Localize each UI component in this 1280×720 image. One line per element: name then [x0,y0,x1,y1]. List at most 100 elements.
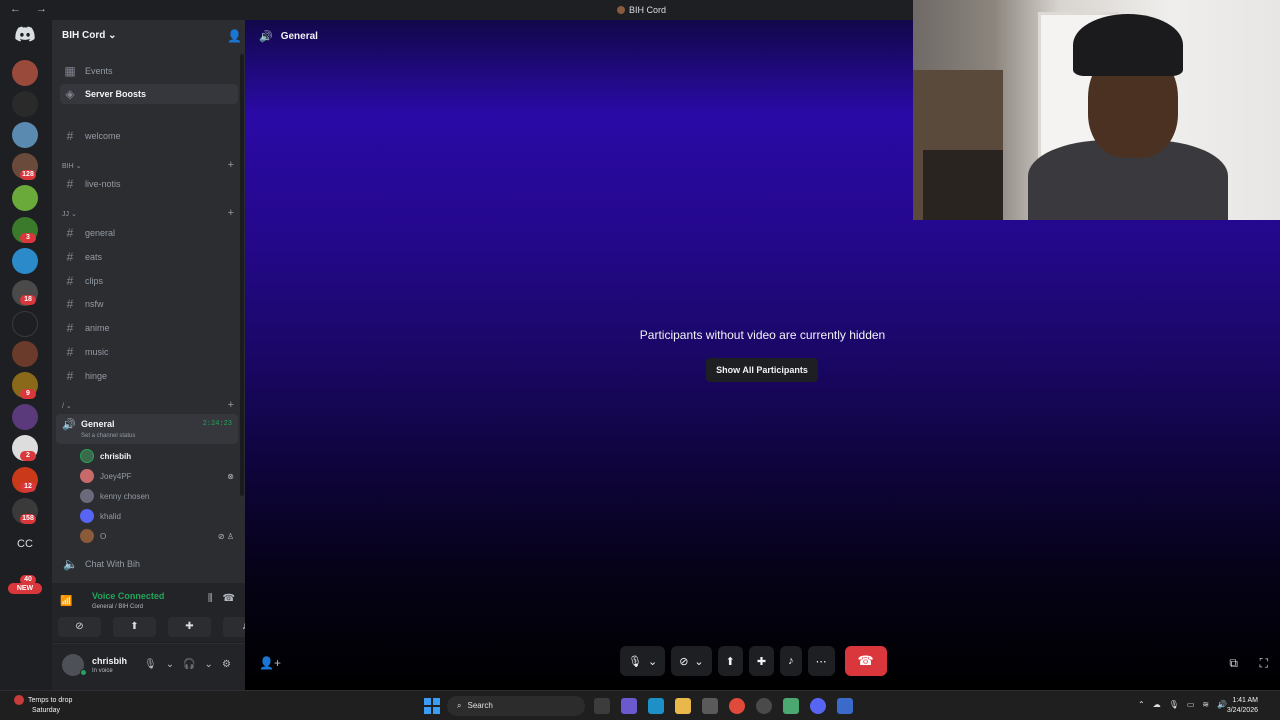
volume-icon[interactable]: 🔊 [1217,700,1227,709]
user-name[interactable]: chrisbih [92,656,127,666]
headphones-icon[interactable]: 🎧 [183,659,195,670]
chrome-icon[interactable] [729,698,745,714]
chevron-down-icon[interactable]: ⌄ [166,659,174,670]
channel-welcome[interactable]: # welcome [60,126,238,146]
chevron-up-icon[interactable]: ⌃ [1138,700,1145,709]
voice-channel-chat[interactable]: 🔈 Chat With Bih [60,554,238,574]
microphone-icon[interactable]: 🎙 [144,659,157,670]
channel-nsfw[interactable]: # nsfw [60,294,238,314]
mention-badge: 12 [20,482,36,492]
server-icon[interactable] [12,248,38,274]
voice-user[interactable]: O ⊘ ♙ [80,527,238,545]
voice-connected-subtitle[interactable]: General / BIH Cord [92,604,143,610]
scrollbar[interactable] [240,54,244,496]
disconnect-button[interactable]: ☎ [844,646,887,676]
microphone-icon: 🎙 [628,655,642,668]
noise-suppression-icon[interactable]: ⫼ [208,593,213,604]
channel-general[interactable]: # general [60,223,238,243]
cloud-icon[interactable]: ☁ [1153,700,1161,709]
channel-clips[interactable]: # clips [60,271,238,291]
task-view-icon[interactable] [594,698,610,714]
voice-connected-title[interactable]: Voice Connected [92,591,164,601]
hidden-participants-message: Participants without video are currently… [639,328,886,342]
notepad-icon[interactable] [783,698,799,714]
voice-user[interactable]: kenny chosen [80,487,238,505]
edge-icon[interactable] [648,698,664,714]
chevron-down-icon[interactable]: ⌄ [694,655,703,668]
discord-home-icon[interactable] [13,26,37,46]
more-button[interactable]: ⋯ [807,646,835,676]
channel-hinge[interactable]: # hinge [60,366,238,386]
category-slash[interactable]: / ⌄ + [62,399,234,411]
channel-music[interactable]: # music [60,342,238,362]
voice-channel-general[interactable]: 🔊 General 2:24:23 Set a channel status [56,414,238,444]
chevron-down-icon: ⌄ [108,30,117,41]
chevron-down-icon[interactable]: ⌄ [648,655,657,668]
channel-label: music [85,347,109,357]
fullscreen-icon[interactable]: ⛶ [1260,656,1268,671]
voice-user[interactable]: chrisbih [80,447,238,465]
server-icon[interactable] [12,60,38,86]
voice-user[interactable]: Joey4PF ⊗ [80,467,238,485]
activities-button[interactable]: ✚ [748,646,775,676]
popout-icon[interactable]: ⧉ [1229,656,1238,671]
taskbar-clock[interactable]: 1:41 AM 3/24/2026 [1227,696,1258,716]
add-channel-icon[interactable]: + [228,207,234,219]
server-icon-text[interactable]: CC [12,531,38,557]
signal-icon[interactable]: 📶 [60,596,72,607]
screen-share-icon[interactable]: ⬆ [113,617,156,637]
muted-deafened-icon: ⊘ ♙ [217,531,234,541]
calendar-icon: ▦ [64,64,76,78]
server-icon[interactable] [12,311,38,337]
search-icon: ⌕ [457,701,462,710]
server-header[interactable]: BIH Cord ⌄ 👤 [62,29,242,46]
soundboard-button[interactable]: ♪ [780,646,802,676]
server-icon[interactable] [12,341,38,367]
sidebar-item-events[interactable]: ▦ Events [60,61,238,81]
app-icon[interactable] [837,698,853,714]
windows-start-icon[interactable] [424,698,440,714]
microphone-button[interactable]: 🎙 ⌄ [620,646,666,676]
server-icon[interactable] [12,122,38,148]
server-icon[interactable] [12,185,38,211]
activities-icon[interactable]: ✚ [168,617,211,637]
taskbar-search[interactable]: ⌕ Search [447,696,585,716]
chevron-down-icon[interactable]: ⌄ [205,659,213,670]
avatar [80,509,94,523]
channel-label: Chat With Bih [85,559,141,569]
channel-status-prompt[interactable]: Set a channel status [81,433,135,439]
invite-to-voice-icon[interactable]: 👤+ [259,656,281,670]
server-icon[interactable] [12,91,38,117]
channel-live-notis[interactable]: # live-notis [60,174,238,194]
channel-anime[interactable]: # anime [60,318,238,338]
show-all-participants-button[interactable]: Show All Participants [706,358,818,382]
server-icon[interactable] [12,404,38,430]
store-icon[interactable] [702,698,718,714]
xbox-icon: ⊗ [227,471,234,481]
wifi-icon[interactable]: ≋ [1202,700,1209,709]
speaker-icon: 🔊 [62,419,76,431]
obs-icon[interactable] [756,698,772,714]
invite-people-icon[interactable]: 👤 [227,29,242,43]
weather-widget[interactable]: Temps to drop Saturday [14,695,72,716]
file-explorer-icon[interactable] [675,698,691,714]
screen-share-button[interactable]: ⬆ [717,646,743,676]
microphone-icon[interactable]: 🎙 [1169,700,1179,709]
category-jj[interactable]: JJ ⌄ + [62,207,234,219]
add-channel-icon[interactable]: + [228,159,234,171]
add-channel-icon[interactable]: + [228,399,234,411]
channel-eats[interactable]: # eats [60,247,238,267]
back-forward-icon[interactable]: ← → [10,3,53,15]
category-bih[interactable]: BIH ⌄ + [62,159,234,171]
monitor-icon[interactable]: ▭ [1187,700,1195,709]
voice-user[interactable]: khalid [80,507,238,525]
camera-off-icon[interactable]: ⊘ [58,617,101,637]
clock-date: 3/24/2026 [1226,707,1258,714]
disconnect-icon[interactable]: ☎ [223,593,235,604]
discord-taskbar-icon[interactable] [810,698,826,714]
discord-window: ← → BIH Cord 128 3 18 9 2 12 158 CC NEW [0,0,1280,720]
gear-icon[interactable]: ⚙ [222,659,231,670]
copilot-icon[interactable] [621,698,637,714]
camera-button[interactable]: ⊘ ⌄ [671,646,712,676]
sidebar-item-server-boosts[interactable]: ◈ Server Boosts [60,84,238,104]
